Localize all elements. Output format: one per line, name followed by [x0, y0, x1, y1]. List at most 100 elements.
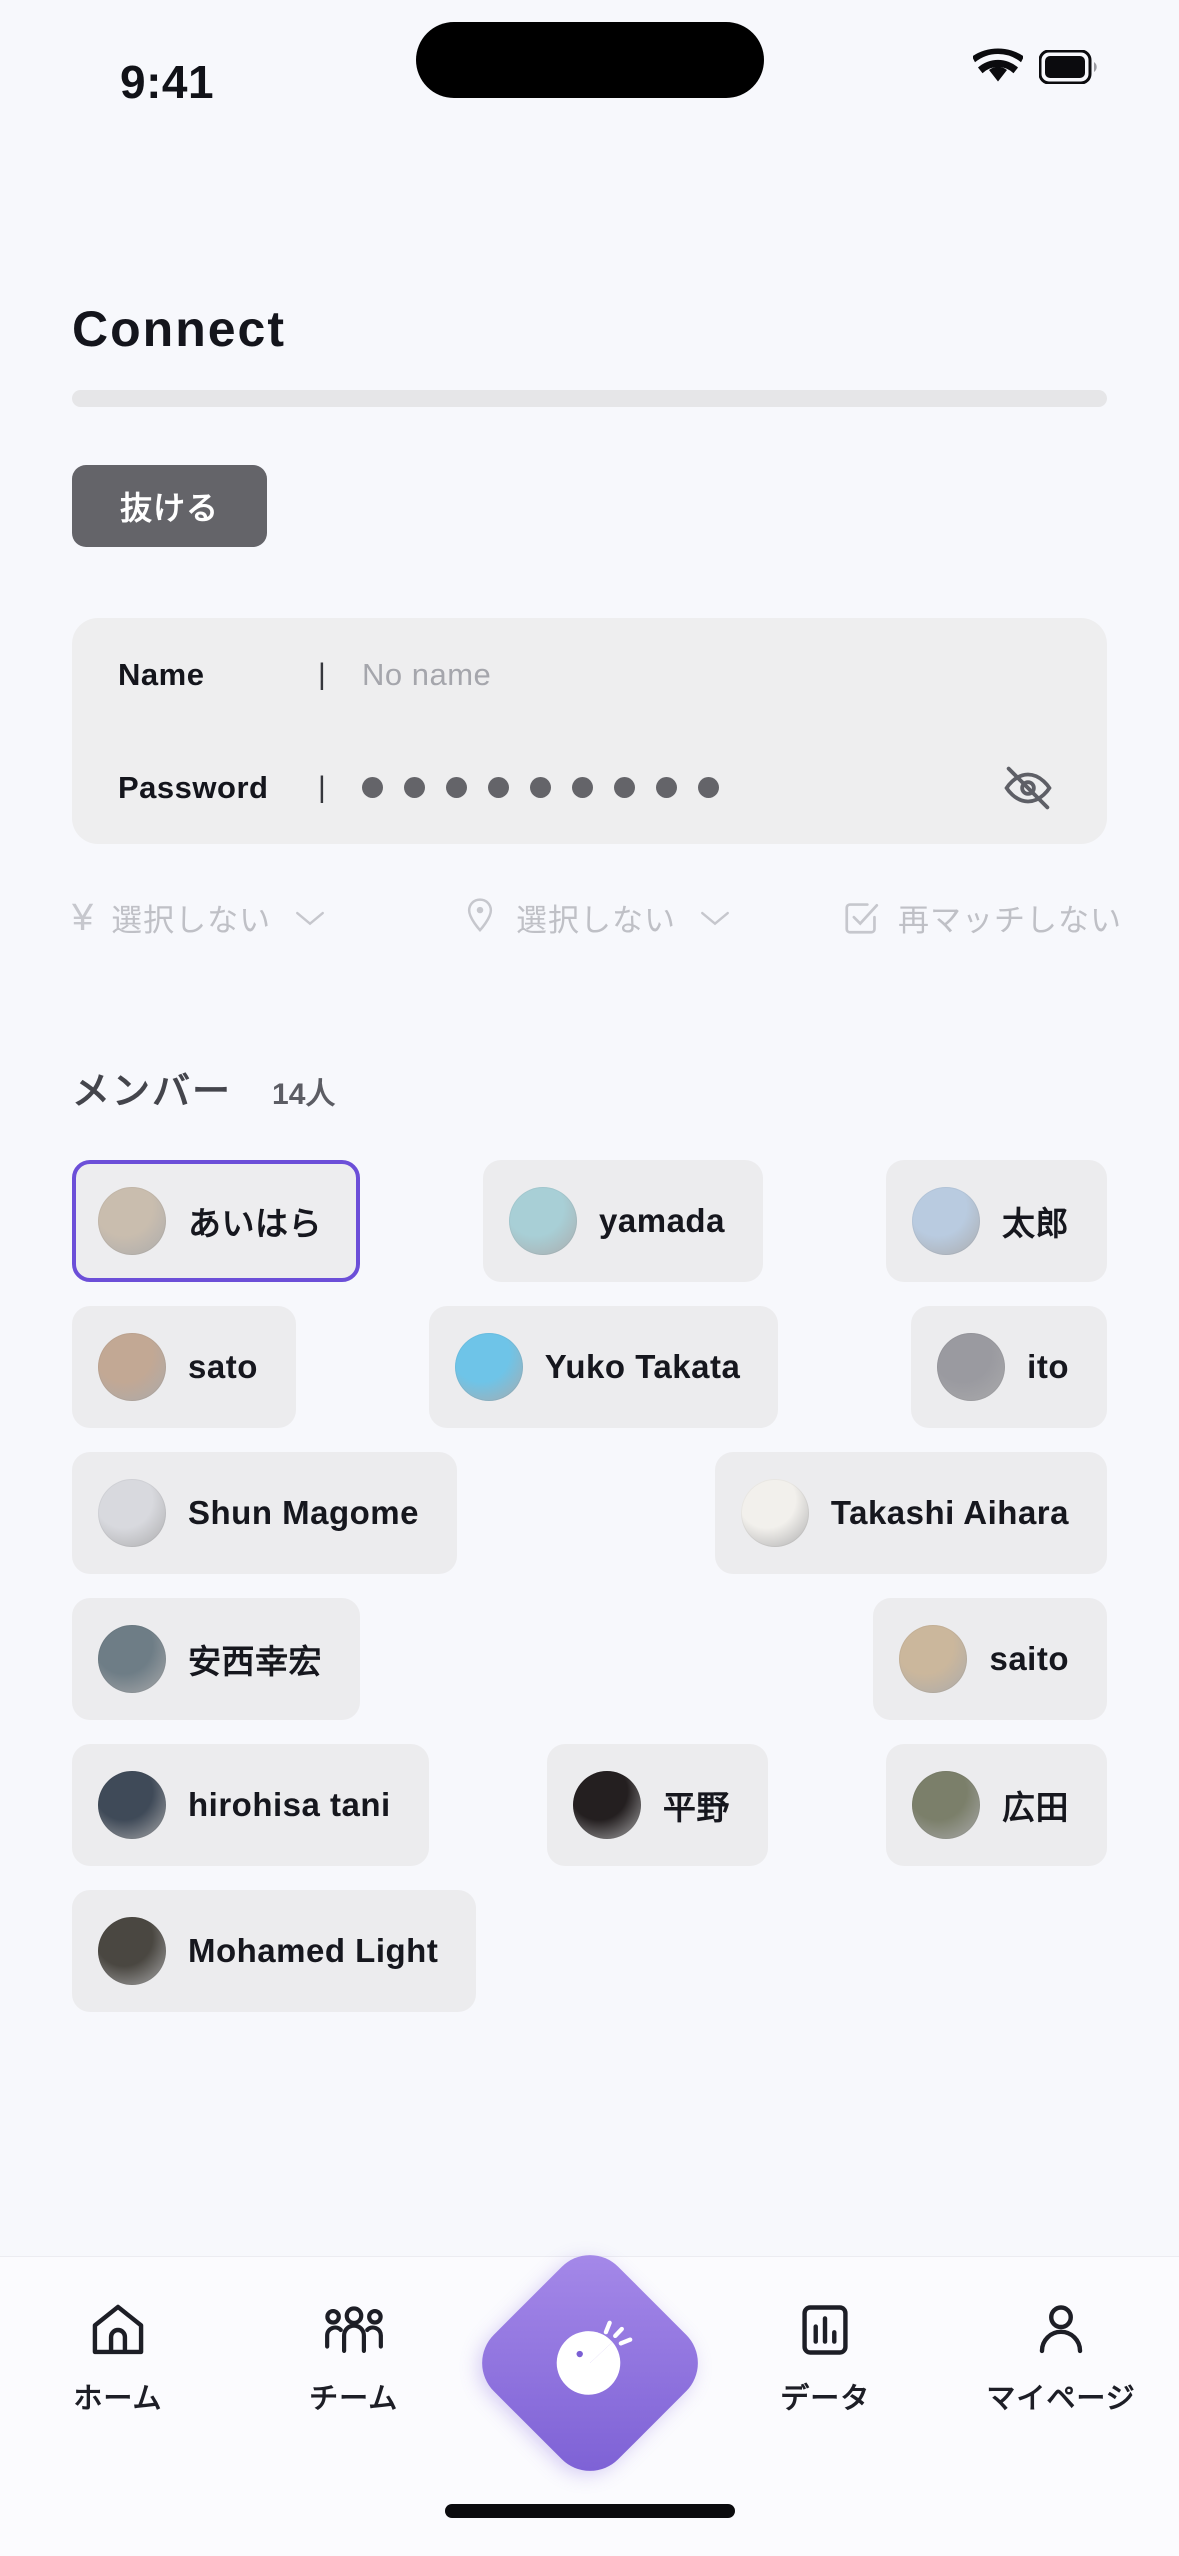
check-square-icon	[842, 899, 880, 937]
member-chip[interactable]: 平野	[546, 1744, 768, 1866]
member-name: 平野	[662, 1789, 730, 1826]
member-chip[interactable]: ito	[911, 1306, 1107, 1428]
member-chip[interactable]: hirohisa tani	[72, 1744, 429, 1866]
member-name: ito	[1027, 1348, 1069, 1385]
credentials-card: Name | No name Password |	[72, 618, 1107, 844]
avatar	[911, 1771, 980, 1839]
avatar	[899, 1625, 968, 1693]
member-chip[interactable]: saito	[873, 1598, 1107, 1720]
member-row: Shun Magome Takashi Aihara	[72, 1452, 1107, 1574]
member-row: あいはら yamada 太郎	[72, 1160, 1107, 1282]
filter-location-label: 選択しない	[516, 903, 676, 938]
eye-off-icon[interactable]	[995, 755, 1061, 821]
nav-item-home[interactable]: ホーム	[0, 2299, 236, 2417]
member-name: 安西幸宏	[188, 1643, 322, 1680]
nav-item-team[interactable]: チーム	[236, 2299, 472, 2417]
filter-price[interactable]: ¥ 選択しない	[72, 895, 462, 940]
name-label: Name	[118, 656, 205, 692]
bar-chart-icon	[797, 2299, 853, 2361]
member-chip[interactable]: Shun Magome	[72, 1452, 458, 1574]
member-row: hirohisa tani 平野 広田	[72, 1744, 1107, 1866]
nav-label-data: データ	[780, 2383, 871, 2415]
avatar	[740, 1479, 809, 1547]
status-time: 9:41	[120, 56, 215, 108]
avatar	[98, 1917, 166, 1985]
member-chip[interactable]: Yuko Takata	[428, 1306, 779, 1428]
fab-pie-icon	[547, 2320, 633, 2406]
location-pin-icon	[462, 896, 498, 940]
name-separator: |	[318, 657, 326, 691]
avatar	[98, 1187, 166, 1255]
password-dot	[362, 777, 383, 798]
nav-item-data[interactable]: データ	[707, 2299, 943, 2417]
avatar	[454, 1333, 523, 1401]
name-row[interactable]: Name | No name	[118, 618, 1061, 731]
password-dot	[698, 777, 719, 798]
member-name: sato	[188, 1348, 258, 1385]
members-header: メンバー 14人	[72, 1060, 335, 1115]
avatar	[98, 1479, 166, 1547]
fab-create-button[interactable]	[465, 2238, 714, 2488]
members-title: メンバー	[72, 1071, 233, 1113]
member-name: Takashi Aihara	[830, 1494, 1069, 1531]
filter-rematch[interactable]: 再マッチしない	[842, 895, 1121, 940]
password-dot	[404, 777, 425, 798]
filter-location[interactable]: 選択しない	[462, 895, 842, 940]
member-name: 太郎	[1001, 1205, 1069, 1242]
member-chip[interactable]: sato	[72, 1306, 296, 1428]
password-masked-value	[362, 777, 719, 798]
name-value: No name	[362, 656, 492, 692]
nav-label-mypage: マイページ	[986, 2383, 1136, 2415]
password-separator: |	[318, 770, 326, 804]
member-name: Shun Magome	[188, 1494, 420, 1531]
password-dot	[530, 777, 551, 798]
person-icon	[1032, 2299, 1090, 2361]
password-dot	[656, 777, 677, 798]
team-icon	[321, 2299, 387, 2361]
home-icon	[88, 2299, 148, 2361]
password-row[interactable]: Password |	[118, 731, 1061, 844]
yen-icon: ¥	[72, 896, 94, 939]
battery-icon	[1039, 50, 1099, 84]
password-label: Password	[118, 769, 269, 805]
password-dot	[572, 777, 593, 798]
home-indicator	[444, 2504, 735, 2518]
avatar	[98, 1333, 166, 1401]
status-bar: 9:41	[0, 0, 1179, 150]
avatar	[911, 1187, 980, 1255]
member-chip[interactable]: Takashi Aihara	[714, 1452, 1107, 1574]
member-chip[interactable]: yamada	[483, 1160, 763, 1282]
member-name: hirohisa tani	[188, 1786, 391, 1823]
dynamic-island	[415, 22, 764, 98]
members-count: 14人	[272, 1078, 336, 1111]
member-name: 広田	[1001, 1789, 1069, 1826]
member-chip[interactable]: 広田	[885, 1744, 1107, 1866]
member-chip[interactable]: 太郎	[885, 1160, 1107, 1282]
filter-price-label: 選択しない	[111, 903, 272, 938]
app-screen: 9:41 Connect 抜ける Name | No name Password…	[0, 0, 1179, 2556]
member-row: sato Yuko Takata ito	[72, 1306, 1107, 1428]
avatar	[509, 1187, 578, 1255]
member-name: yamada	[599, 1202, 725, 1239]
member-chip[interactable]: あいはら	[72, 1160, 360, 1282]
chevron-down-icon	[293, 907, 327, 929]
chevron-down-icon	[698, 907, 732, 929]
password-dot	[488, 777, 509, 798]
filter-rematch-label: 再マッチしない	[898, 903, 1122, 938]
status-indicators	[973, 48, 1099, 86]
member-chip[interactable]: Mohamed Light	[72, 1890, 477, 2012]
member-row: Mohamed Light	[72, 1890, 1107, 2012]
bottom-navigation: ホーム チーム データ マイページ	[0, 2238, 1179, 2556]
nav-item-mypage[interactable]: マイページ	[943, 2299, 1179, 2417]
avatar	[98, 1625, 166, 1693]
leave-button[interactable]: 抜ける	[72, 465, 267, 547]
filter-row: ¥ 選択しない 選択しない 再マッチしない	[72, 895, 1121, 940]
member-name: saito	[989, 1640, 1069, 1677]
member-chip[interactable]: 安西幸宏	[72, 1598, 360, 1720]
member-name: Mohamed Light	[188, 1932, 439, 1969]
nav-label-team: チーム	[309, 2383, 399, 2415]
wifi-icon	[973, 48, 1023, 86]
member-row: 安西幸宏 saito	[72, 1598, 1107, 1720]
password-dot	[446, 777, 467, 798]
member-name: Yuko Takata	[544, 1348, 741, 1385]
